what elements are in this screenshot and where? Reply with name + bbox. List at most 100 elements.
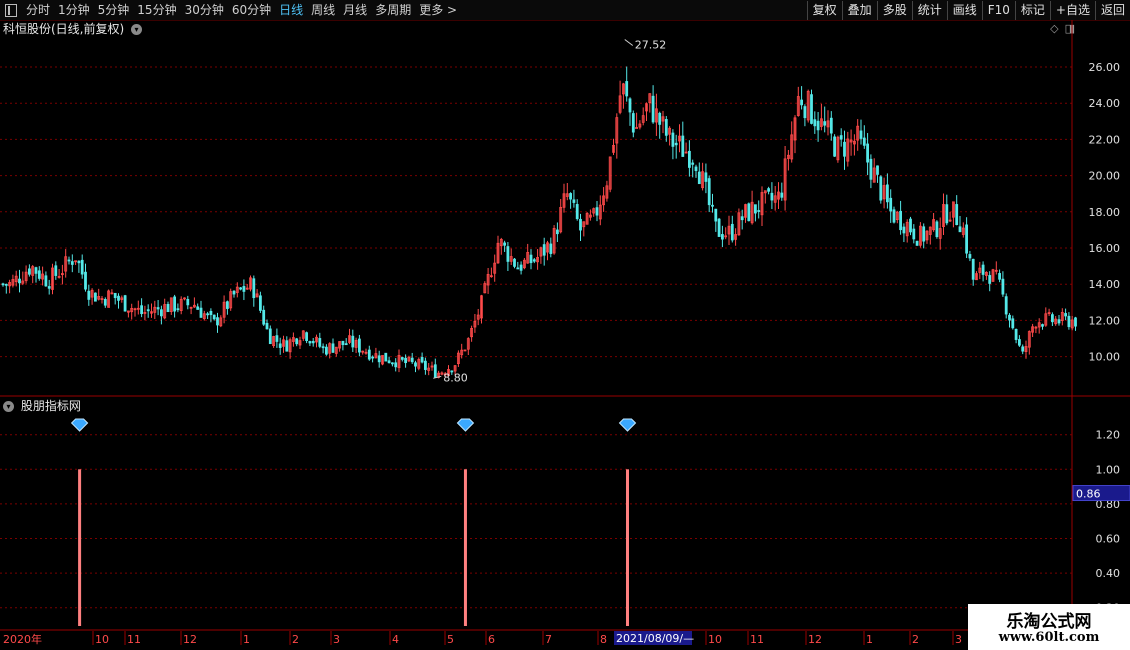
price-extreme-label: 27.52 (635, 38, 667, 51)
diamond-icon (456, 418, 475, 432)
annotation-leader (624, 39, 634, 46)
candle-body (694, 166, 698, 171)
candle-body (549, 243, 553, 254)
candle-body (767, 188, 770, 192)
candle-body (1018, 339, 1021, 346)
candle-body (862, 137, 866, 146)
x-month-label: 4 (392, 633, 399, 646)
candle-body (813, 119, 817, 127)
candle-body (341, 340, 345, 346)
candle-body (209, 310, 213, 316)
candle-body (34, 267, 38, 274)
candle-body (186, 298, 190, 306)
candle-body (199, 307, 203, 318)
candle-body (305, 332, 309, 341)
candle-body (513, 258, 516, 267)
candle-body (780, 192, 784, 198)
candle-body (268, 328, 272, 345)
candle-body (595, 207, 599, 216)
x-month-label: 11 (750, 633, 764, 646)
candle-body (94, 292, 97, 302)
candle-body (258, 295, 262, 311)
watermark: 乐淘公式网 www.60lt.com (968, 604, 1130, 650)
candle-body (394, 362, 398, 368)
candle-body (892, 209, 896, 223)
candle-body (628, 98, 632, 113)
candle-body (981, 264, 985, 275)
candle-body (420, 357, 424, 363)
candle-body (823, 121, 827, 126)
candle-body (717, 218, 721, 237)
candle-body (532, 259, 536, 262)
candle-body (166, 303, 170, 313)
candle-body (876, 165, 879, 175)
candle-body (1074, 317, 1077, 327)
price-extreme-label: 8.80 (443, 371, 468, 384)
diamond-icon (70, 418, 89, 432)
candle-body (754, 204, 757, 214)
candle-body (331, 343, 335, 353)
candle-body (681, 135, 685, 157)
candle-body (879, 176, 883, 201)
candle-body (691, 162, 695, 165)
y-tick-label: 1.20 (1096, 429, 1121, 442)
candle-body (631, 113, 635, 133)
candle-body (816, 120, 820, 131)
x-month-label: 12 (183, 633, 197, 646)
candle-body (384, 352, 388, 362)
x-month-label: 6 (488, 633, 495, 646)
candle-body (123, 295, 127, 312)
candle-body (70, 261, 74, 265)
candle-body (968, 254, 972, 259)
candle-body (869, 158, 873, 180)
candle-body (321, 346, 325, 349)
x-month-label: 1 (243, 633, 250, 646)
candle-body (262, 309, 266, 325)
y-tick-label: 0.60 (1096, 533, 1121, 546)
candle-body (899, 210, 902, 231)
candle-body (225, 301, 229, 309)
candle-body (113, 292, 117, 299)
x-month-label: 2 (912, 633, 919, 646)
candle-body (351, 335, 355, 348)
candle-body (889, 197, 893, 212)
candle-body (278, 343, 282, 348)
x-year-label: 2020年 (3, 632, 42, 646)
diamond-icon (618, 418, 637, 432)
x-month-label: 10 (95, 633, 109, 646)
y-tick-label: 1.00 (1096, 463, 1121, 476)
signal-bar (463, 469, 467, 626)
candle-body (688, 150, 691, 168)
candle-body (18, 278, 21, 284)
candle-body (1057, 319, 1061, 324)
candle-body (1, 283, 5, 286)
candle-body (371, 356, 375, 359)
candle-body (239, 287, 243, 290)
x-month-label: 8 (600, 633, 607, 646)
candle-body (998, 273, 1001, 280)
chart-canvas[interactable]: 10.00 12.00 14.00 16.00 18.00 20.00 22.00 24.00… (0, 0, 1130, 650)
candle-body (971, 258, 975, 280)
candle-body (4, 283, 8, 286)
y-tick-label: 0.40 (1096, 567, 1121, 580)
y-tick-label: 18.00 (1089, 206, 1121, 219)
candle-body (803, 106, 807, 119)
candle-body (27, 268, 31, 275)
candle-body (945, 204, 949, 224)
signal-bar (78, 469, 82, 626)
candle-body (1011, 318, 1015, 329)
candle-body (1051, 314, 1054, 323)
candle-body (711, 204, 714, 207)
y-tick-label: 10.00 (1089, 351, 1121, 364)
candle-body (344, 343, 348, 346)
candle-body (1041, 324, 1044, 327)
candle-body (404, 357, 408, 364)
current-value-label: 0.86 (1076, 488, 1101, 501)
candle-body (84, 271, 87, 290)
candle-body (519, 264, 523, 271)
candle-body (740, 216, 744, 221)
candle-body (575, 204, 579, 220)
candle-body (529, 254, 533, 264)
candle-body (674, 142, 678, 146)
candle-body (159, 309, 163, 317)
